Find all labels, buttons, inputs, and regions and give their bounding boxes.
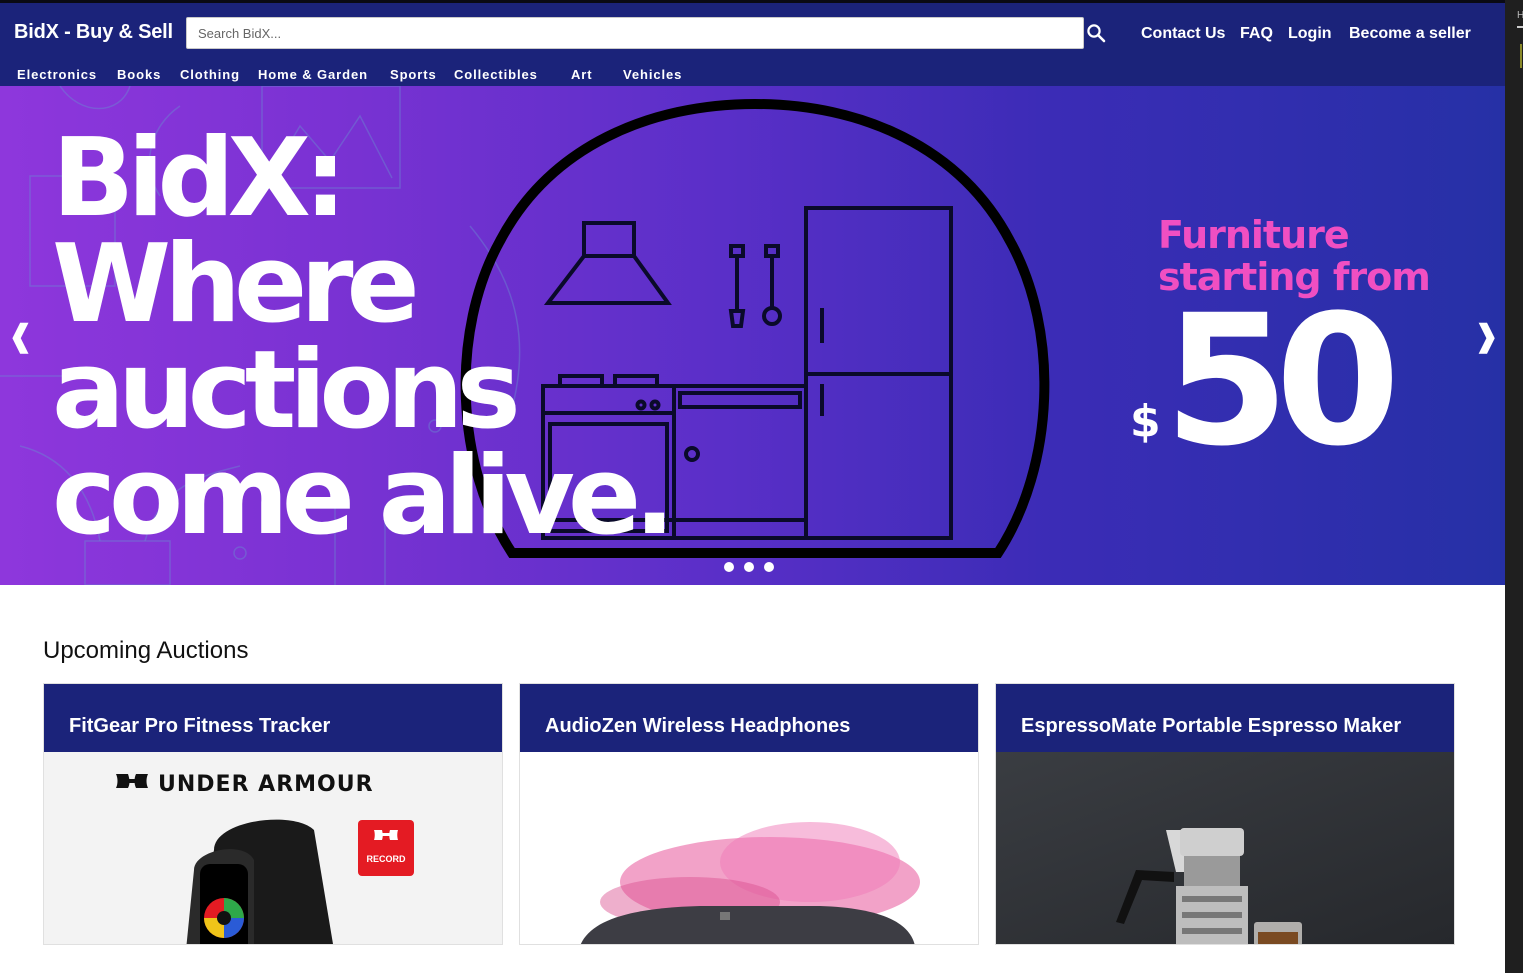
- carousel-next-button[interactable]: ❱: [1474, 319, 1499, 354]
- headline-line: BidX:: [52, 116, 347, 241]
- auction-card[interactable]: AudioZen Wireless Headphones: [519, 683, 979, 945]
- carousel-dot[interactable]: [744, 562, 754, 572]
- brand-logo-text: UNDER ARMOUR: [158, 772, 374, 797]
- fitness-tracker-image: [186, 819, 333, 944]
- espresso-maker-image: [1116, 828, 1302, 944]
- auction-card[interactable]: EspressoMate Portable Espresso Maker: [995, 683, 1455, 945]
- category-vehicles[interactable]: Vehicles: [623, 67, 682, 82]
- browser-edge: H: [1505, 0, 1523, 973]
- category-sports[interactable]: Sports: [390, 67, 437, 82]
- auction-title[interactable]: AudioZen Wireless Headphones: [520, 684, 978, 752]
- carousel-dot[interactable]: [724, 562, 734, 572]
- category-books[interactable]: Books: [117, 67, 161, 82]
- category-collectibles[interactable]: Collectibles: [454, 67, 538, 82]
- category-art[interactable]: Art: [571, 67, 592, 82]
- search-input[interactable]: [186, 17, 1084, 49]
- auction-title[interactable]: FitGear Pro Fitness Tracker: [44, 684, 502, 752]
- auction-title[interactable]: EspressoMate Portable Espresso Maker: [996, 684, 1454, 752]
- promo-price: 50: [1164, 277, 1400, 486]
- headphones-image: [581, 822, 920, 944]
- product-image: [996, 752, 1454, 944]
- category-home-garden[interactable]: Home & Garden: [258, 67, 368, 82]
- product-image: UNDER ARMOUR RECORD: [44, 752, 502, 944]
- faq-link[interactable]: FAQ: [1240, 25, 1273, 43]
- login-link[interactable]: Login: [1288, 25, 1332, 43]
- category-clothing[interactable]: Clothing: [180, 67, 240, 82]
- headline-line: Where: [52, 222, 420, 347]
- badge-text: RECORD: [366, 854, 406, 864]
- search-icon[interactable]: [1086, 23, 1106, 43]
- category-electronics[interactable]: Electronics: [17, 67, 97, 82]
- headline-line: come alive.: [52, 434, 675, 559]
- carousel-indicators: [724, 559, 784, 577]
- carousel-dot[interactable]: [764, 562, 774, 572]
- page: BidX - Buy & Sell Contact Us FAQ Login B…: [0, 0, 1505, 973]
- hero-carousel: BidX: Where auctions come alive. Furnitu…: [0, 86, 1505, 585]
- promo-currency: $: [1130, 396, 1161, 447]
- section-title: Upcoming Auctions: [43, 637, 249, 664]
- brand-logo[interactable]: BidX - Buy & Sell: [14, 21, 173, 44]
- record-badge: RECORD: [358, 820, 414, 876]
- become-seller-link[interactable]: Become a seller: [1349, 25, 1471, 43]
- contact-us-link[interactable]: Contact Us: [1141, 25, 1225, 43]
- promo-line: Furniture: [1158, 213, 1350, 257]
- product-image: [520, 752, 978, 944]
- headline-line: auctions: [52, 328, 521, 453]
- carousel-prev-button[interactable]: ❰: [8, 319, 33, 354]
- auction-card[interactable]: FitGear Pro Fitness Tracker UNDER ARMOUR…: [43, 683, 503, 945]
- hero-headline: BidX: Where auctions come alive.: [52, 116, 675, 559]
- site-header: BidX - Buy & Sell Contact Us FAQ Login B…: [0, 0, 1505, 86]
